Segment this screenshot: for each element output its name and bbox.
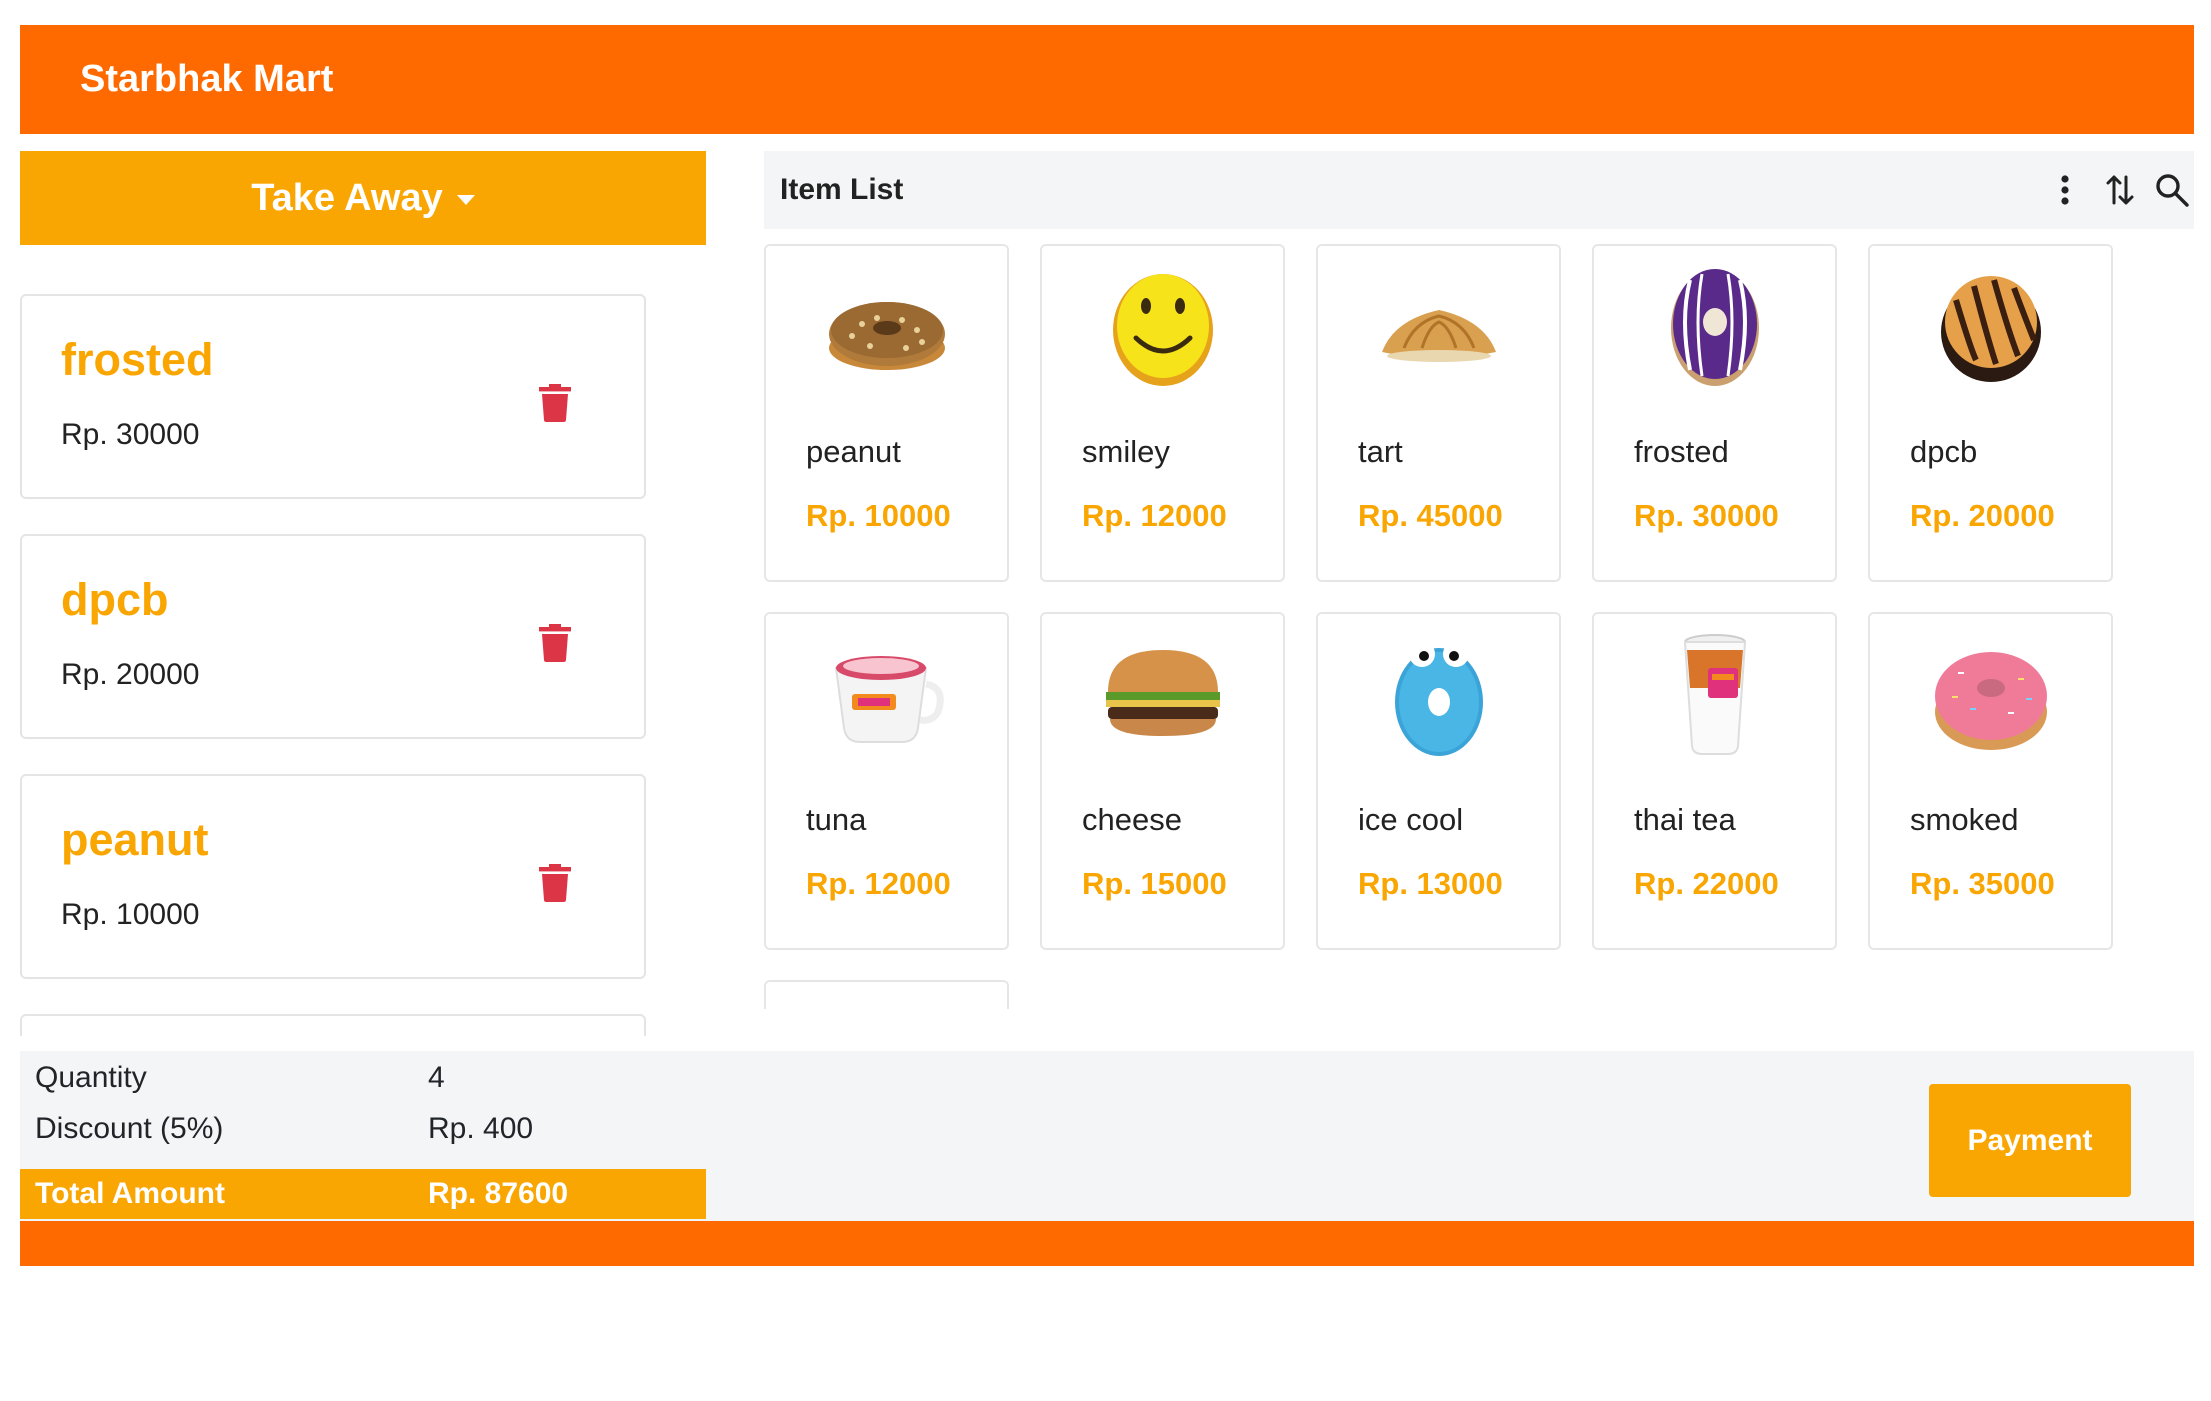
cart-item-name: frosted	[61, 334, 214, 385]
product-card[interactable]: tuna Rp. 12000	[764, 612, 1009, 950]
peanut-donut-icon	[828, 302, 945, 370]
order-summary: Quantity 4 Discount (5%) Rp. 400 Total A…	[20, 1051, 2194, 1221]
item-grid[interactable]: peanut Rp. 10000 smiley Rp. 12000 tart R…	[764, 244, 2194, 1009]
product-card[interactable]: smoked Rp. 35000	[1868, 612, 2113, 950]
croissant-icon	[1381, 310, 1496, 362]
more-vert-icon[interactable]	[2045, 169, 2085, 211]
product-card[interactable]: tart Rp. 45000	[1316, 244, 1561, 582]
search-icon[interactable]	[2152, 169, 2192, 211]
product-price: Rp. 35000	[1910, 866, 2055, 901]
product-price: Rp. 13000	[1358, 866, 1503, 901]
cart-item-price: Rp. 10000	[61, 898, 200, 931]
quantity-value: 4	[428, 1061, 445, 1094]
product-price: Rp. 12000	[806, 866, 951, 901]
product-card[interactable]: thai tea Rp. 22000	[1592, 612, 1837, 950]
product-name: peanut	[806, 434, 901, 469]
cart-item: frosted Rp. 30000	[20, 294, 646, 499]
order-type-dropdown[interactable]: Take Away	[20, 151, 706, 245]
product-name: tuna	[806, 802, 867, 837]
product-price: Rp. 20000	[1910, 498, 2055, 533]
cart-item-partial	[20, 1014, 646, 1036]
purple-frosted-donut-icon	[1670, 269, 1759, 386]
sort-icon[interactable]	[2100, 169, 2140, 211]
product-card[interactable]: dpcb Rp. 20000	[1868, 244, 2113, 582]
trash-icon[interactable]	[539, 624, 571, 662]
caret-down-icon	[456, 195, 475, 205]
product-price: Rp. 30000	[1634, 498, 1779, 533]
product-name: thai tea	[1634, 802, 1736, 837]
product-name: cheese	[1082, 802, 1182, 837]
discount-label: Discount (5%)	[35, 1112, 224, 1145]
chocolate-drizzle-donut-icon	[1940, 276, 2041, 382]
cart-list[interactable]: frosted Rp. 30000 dpcb Rp. 20000 peanut …	[20, 280, 666, 1036]
total-label: Total Amount	[35, 1177, 225, 1210]
item-list-header: Item List	[764, 151, 2194, 229]
quantity-label: Quantity	[35, 1061, 147, 1094]
cart-item: peanut Rp. 10000	[20, 774, 646, 979]
iced-tea-cup-icon	[1683, 634, 1746, 755]
app-title: Starbhak Mart	[80, 58, 334, 100]
cart-item: dpcb Rp. 20000	[20, 534, 646, 739]
product-card[interactable]: ice cool Rp. 13000	[1316, 612, 1561, 950]
product-name: dpcb	[1910, 434, 1978, 469]
cart-item-name: peanut	[61, 814, 209, 865]
product-price: Rp. 10000	[806, 498, 951, 533]
total-row: Total Amount Rp. 87600	[20, 1169, 706, 1219]
product-card-partial[interactable]	[764, 980, 1009, 1009]
total-value: Rp. 87600	[428, 1177, 569, 1210]
product-price: Rp. 22000	[1634, 866, 1779, 901]
cart-item-name: dpcb	[61, 574, 169, 625]
coffee-cup-icon	[834, 656, 944, 743]
payment-button[interactable]: Payment	[1929, 1084, 2131, 1197]
product-card[interactable]: frosted Rp. 30000	[1592, 244, 1837, 582]
blue-monster-donut-icon	[1394, 641, 1483, 756]
product-name: frosted	[1634, 434, 1729, 469]
pink-donut-icon	[1934, 652, 2047, 750]
product-card[interactable]: smiley Rp. 12000	[1040, 244, 1285, 582]
product-card[interactable]: cheese Rp. 15000	[1040, 612, 1285, 950]
product-card[interactable]: peanut Rp. 10000	[764, 244, 1009, 582]
cart-item-price: Rp. 30000	[61, 418, 200, 451]
trash-icon[interactable]	[539, 384, 571, 422]
cart-item-price: Rp. 20000	[61, 658, 200, 691]
quantity-row: Quantity 4	[20, 1053, 706, 1103]
trash-icon[interactable]	[539, 864, 571, 902]
product-price: Rp. 15000	[1082, 866, 1227, 901]
product-name: smoked	[1910, 802, 2019, 837]
product-price: Rp. 45000	[1358, 498, 1503, 533]
product-name: smiley	[1082, 434, 1170, 469]
discount-value: Rp. 400	[428, 1112, 534, 1145]
smiley-donut-icon	[1112, 274, 1213, 386]
product-price: Rp. 12000	[1082, 498, 1227, 533]
item-list-title: Item List	[780, 173, 904, 206]
order-type-label: Take Away	[251, 176, 443, 219]
app-bar: Starbhak Mart	[20, 25, 2194, 134]
bottom-bar	[20, 1221, 2194, 1266]
product-name: tart	[1358, 434, 1403, 469]
burger-icon	[1105, 650, 1220, 736]
discount-row: Discount (5%) Rp. 400	[20, 1104, 706, 1154]
product-name: ice cool	[1358, 802, 1464, 837]
